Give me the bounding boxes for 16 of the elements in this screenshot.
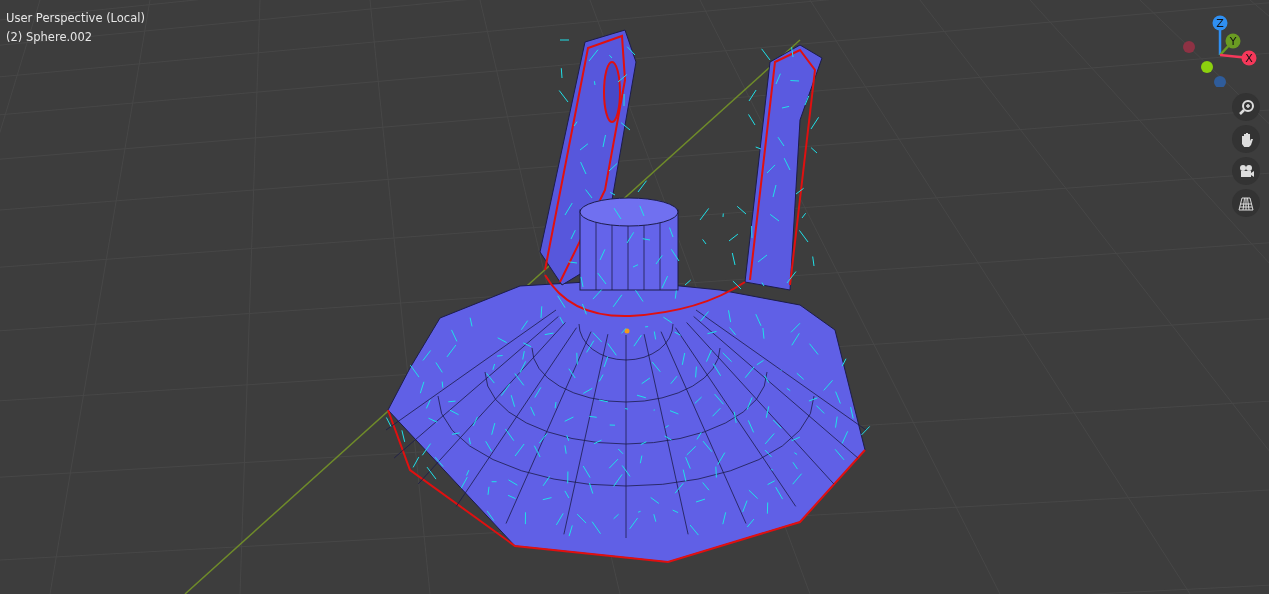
zoom-in-icon: [1238, 99, 1254, 115]
active-object-label: (2) Sphere.002: [6, 29, 94, 46]
negative-axis-dot[interactable]: [1183, 41, 1195, 53]
negative-axis-dot[interactable]: [1201, 61, 1213, 73]
axis-handle[interactable]: X: [1219, 50, 1257, 66]
pan-tool-button[interactable]: [1232, 125, 1260, 153]
zoom-tool-button[interactable]: [1232, 93, 1260, 121]
axis-label: X: [1245, 52, 1253, 65]
camera-tool-button[interactable]: [1232, 157, 1260, 185]
grid-icon: [1238, 195, 1254, 211]
camera-icon: [1238, 163, 1254, 179]
axis-label: Z: [1216, 17, 1224, 30]
axis-handle[interactable]: Z: [1212, 15, 1228, 55]
axis-label: Y: [1229, 35, 1237, 48]
ortho-tool-button[interactable]: [1232, 189, 1260, 217]
viewport-title: User Perspective (Local): [6, 10, 145, 27]
